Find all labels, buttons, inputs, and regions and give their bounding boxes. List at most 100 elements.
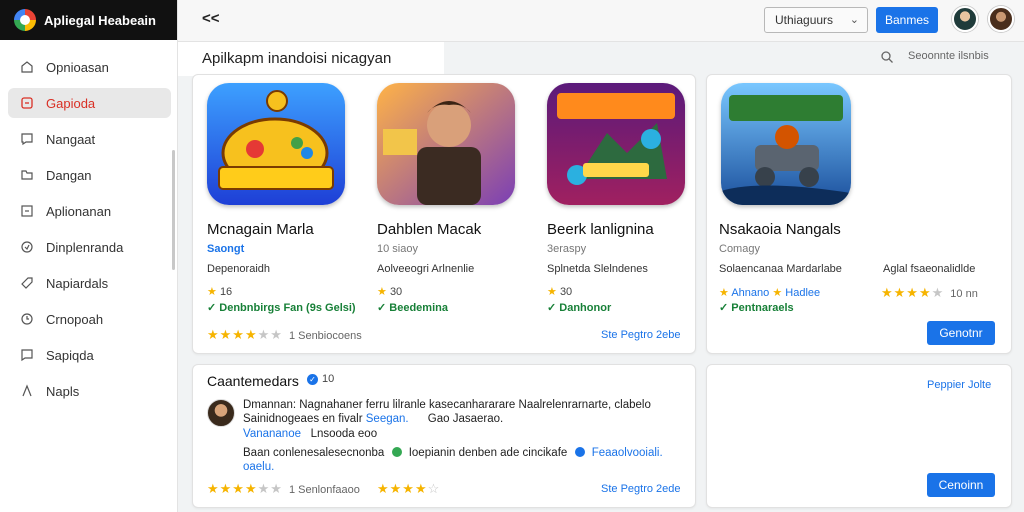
folder-icon <box>20 168 34 182</box>
app-tile[interactable]: Dahblen Macak 10 siaoy Aolveeogri Arlnen… <box>363 75 531 355</box>
app-category: Solaencanaa Mardarlabe <box>719 263 842 275</box>
verified-icon: ✓ <box>307 373 318 385</box>
sidebar-item-6[interactable]: Napiardals <box>8 268 171 298</box>
stars-count: 1 Senbiocoens <box>288 330 362 342</box>
avatar[interactable] <box>952 6 978 32</box>
tank-game-icon[interactable] <box>721 83 851 205</box>
open-button[interactable]: Cenoinn <box>927 473 995 497</box>
page-title: Apilkapm inandoisi nicagyan <box>202 50 392 67</box>
app-rating: ★ 16 <box>207 285 232 298</box>
sidebar-item-label: Gapioda <box>46 95 96 111</box>
review-link[interactable]: Vanananoe <box>243 428 301 440</box>
sidebar-item-1[interactable]: Gapioda <box>8 88 171 118</box>
sidebar-item-9[interactable]: Napls <box>8 376 171 406</box>
review-text: oaelu. <box>243 461 274 473</box>
app-developer[interactable]: 3eraspy <box>547 243 586 255</box>
get-app-button[interactable]: Genotnr <box>927 321 995 345</box>
review-fragment: Baan conlenesalesecnonba <box>243 447 385 459</box>
app-developer[interactable]: Saongt <box>207 243 244 255</box>
chevron-down-icon: ⌄ <box>849 14 859 26</box>
filter-dropdown[interactable]: Uthiaguurs ⌄ <box>764 7 868 33</box>
sidebar-scrollbar[interactable] <box>172 150 175 270</box>
dropdown-value: Uthiaguurs <box>775 13 834 27</box>
app-developer[interactable]: 10 siaoy <box>377 243 418 255</box>
badge-text: Beedemina <box>389 302 448 314</box>
sidebar-item-5[interactable]: Dinplenranda <box>8 232 171 262</box>
app-tile[interactable]: Mcnagain Marla Saongt Depenoraidh ★ 16 ✓… <box>193 75 362 355</box>
stars-count: 1 Senlonfaaoo <box>288 484 360 496</box>
review-link[interactable]: oaelu. <box>243 461 274 473</box>
stars-count: 10 nn <box>950 288 978 300</box>
review-text: Dmannan: Nagnahaner ferru lilranle kasec… <box>243 399 651 411</box>
sidebar-item-3[interactable]: Dangan <box>8 160 171 190</box>
app-category: Depenoraidh <box>207 263 270 275</box>
sidebar-item-7[interactable]: Crnopoah <box>8 304 171 334</box>
avatar[interactable] <box>207 399 235 427</box>
reviews-card: Caantemedars ✓ 10 Dmannan: Nagnahaner fe… <box>192 364 696 508</box>
sidebar-item-2[interactable]: Nangaat <box>8 124 171 154</box>
back-button[interactable]: << <box>202 10 220 27</box>
review-text: Baan conlenesalesecnonba Ioepianin denbe… <box>243 447 663 459</box>
app-developer[interactable]: Comagy <box>719 243 760 255</box>
primary-action-button[interactable]: Banmes <box>876 7 938 33</box>
tag-text: Hadlee <box>785 287 821 299</box>
game-controller-icon[interactable] <box>207 83 345 205</box>
app-tags: ★ Ahnano ★ Hadlee <box>719 286 820 299</box>
see-more-link[interactable]: Ste Pegtro 2ebe <box>601 329 681 341</box>
home-icon <box>20 60 34 74</box>
heading-panel: Apilkapm inandoisi nicagyan <box>178 42 444 76</box>
sidebar-item-4[interactable]: Aplionanan <box>8 196 171 226</box>
message-icon <box>20 348 34 362</box>
star-icon: ★ <box>377 286 387 298</box>
review-fragment: Gao Jasaerao. <box>427 413 504 425</box>
sidebar-item-label: Napiardals <box>46 275 109 291</box>
app-category: Aolveeogri Arlnenlie <box>377 263 475 275</box>
popular-link[interactable]: Peppier Jolte <box>927 379 991 391</box>
search-icon[interactable] <box>880 50 894 64</box>
app-title: Apliegal Heabeain <box>44 12 156 28</box>
sidebar-item-label: Napls <box>46 383 80 399</box>
side-card: Peppier Jolte Cenoinn <box>706 364 1012 508</box>
star-icon: ★ <box>719 287 729 299</box>
sidebar-item-label: Aplionanan <box>46 203 112 219</box>
app-category: Splnetda Slelndenes <box>547 263 648 275</box>
sidebar-item-label: Dangan <box>46 167 92 183</box>
app-tile[interactable]: Beerk lanlignina 3eraspy Splnetda Slelnd… <box>533 75 701 355</box>
review-link[interactable]: Feaaolvooiali. <box>592 447 663 459</box>
settings-icon <box>20 384 34 398</box>
star-rating: ★★★★★ 10 nn <box>881 285 978 300</box>
rating-value: 16 <box>219 286 233 298</box>
see-more-link[interactable]: Ste Pegtro 2ede <box>601 483 681 495</box>
tag-text: Ahnano <box>731 287 770 299</box>
shield-icon <box>20 240 34 254</box>
search-label[interactable]: Seoonnte ilsnbis <box>908 50 989 62</box>
star-rating: ★★★★☆ <box>377 481 441 496</box>
app-name: Beerk lanlignina <box>547 221 654 238</box>
sidebar-item-label: Dinplenranda <box>46 239 124 255</box>
badge-text: Denbnbirgs Fan (9s Gelsi) <box>219 302 356 314</box>
app-badge: ✓ Beedemina <box>377 302 448 314</box>
app-name: Nsakaoia Nangals <box>719 221 841 238</box>
app-badge: ✓ Danhonor <box>547 302 612 314</box>
featured-app-card: Nsakaoia Nangals Comagy Solaencanaa Mard… <box>706 74 1012 354</box>
sidebar-item-8[interactable]: Sapiqda <box>8 340 171 370</box>
reviews-count-badge: ✓ 10 <box>307 373 334 385</box>
sidebar-item-0[interactable]: Opnioasan <box>8 52 171 82</box>
hero-character-icon[interactable] <box>377 83 515 205</box>
fantasy-game-icon[interactable] <box>547 83 685 205</box>
sidebar-item-label: Opnioasan <box>46 59 109 75</box>
sidebar-item-label: Nangaat <box>46 131 96 147</box>
badge-text: Danhonor <box>559 302 612 314</box>
review-fragment: Lnsooda eoo <box>310 428 378 440</box>
avatar[interactable] <box>988 6 1014 32</box>
badge-text: Pentnaraels <box>731 302 794 314</box>
review-link[interactable]: Seegan. <box>366 413 409 425</box>
apps-card: Mcnagain Marla Saongt Depenoraidh ★ 16 ✓… <box>192 74 696 354</box>
review-fragment: Ioepianin denben ade cincikafe <box>408 447 568 459</box>
tag-icon <box>20 276 34 290</box>
app-name: Dahblen Macak <box>377 221 482 238</box>
top-bar: << Uthiaguurs ⌄ Banmes <box>178 0 1024 42</box>
star-rating: ★★★★★★ 1 Senlonfaaoo <box>207 481 360 496</box>
bell-icon <box>20 312 34 326</box>
reviews-count: 10 <box>322 373 335 385</box>
